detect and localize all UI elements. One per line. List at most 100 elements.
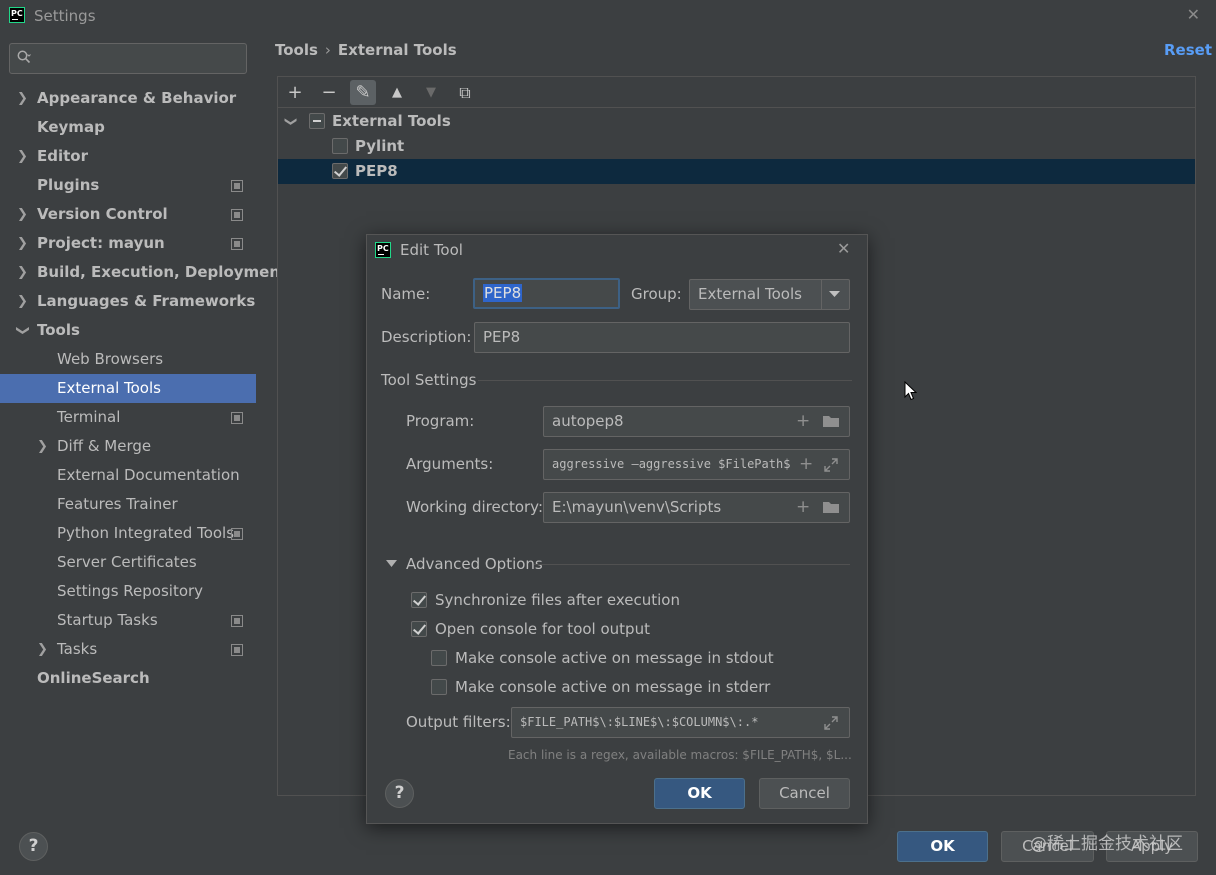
insert-macro-icon[interactable]: + xyxy=(796,407,810,436)
sidebar-item-editor[interactable]: ❯ Editor xyxy=(0,142,256,171)
dialog-ok-button[interactable]: OK xyxy=(654,778,745,809)
sidebar-item-label: Diff & Merge xyxy=(57,437,152,455)
settings-search-input[interactable] xyxy=(9,43,247,74)
pylint-checkbox[interactable] xyxy=(332,138,348,154)
arguments-field-value: aggressive —aggressive $FilePath$ xyxy=(552,457,791,471)
open-console-checkbox[interactable] xyxy=(411,621,427,637)
sidebar-item-external-tools[interactable]: External Tools xyxy=(0,374,256,403)
sidebar-item-label: Tasks xyxy=(57,640,98,658)
remove-tool-button[interactable]: − xyxy=(316,80,342,105)
program-field-value: autopep8 xyxy=(552,412,624,430)
insert-macro-icon[interactable]: + xyxy=(796,493,810,522)
move-up-button[interactable]: ▲ xyxy=(384,80,410,105)
output-filters-value: $FILE_PATH$\:$LINE$\:$COLUMN$\:.* xyxy=(520,715,759,729)
project-settings-icon xyxy=(231,528,243,540)
description-field[interactable]: PEP8 xyxy=(474,322,850,353)
tree-item-label: PEP8 xyxy=(355,162,398,180)
sidebar-item-web-browsers[interactable]: Web Browsers xyxy=(0,345,256,374)
sidebar-item-tools[interactable]: ❯ Tools xyxy=(0,316,256,345)
sidebar-item-label: External Documentation xyxy=(57,466,240,484)
tool-settings-heading: Tool Settings xyxy=(381,371,477,389)
open-console-label[interactable]: Open console for tool output xyxy=(435,620,650,638)
sidebar-item-startup-tasks[interactable]: Startup Tasks xyxy=(0,606,256,635)
sidebar-item-tasks[interactable]: ❯ Tasks xyxy=(0,635,256,664)
move-down-button[interactable]: ▼ xyxy=(418,80,444,105)
reset-link[interactable]: Reset xyxy=(1164,41,1212,59)
browse-folder-icon[interactable] xyxy=(822,500,840,514)
pep8-checkbox[interactable] xyxy=(332,163,348,179)
name-field[interactable]: PEP8 xyxy=(473,278,620,309)
output-filters-field[interactable]: $FILE_PATH$\:$LINE$\:$COLUMN$\:.* xyxy=(511,707,850,738)
copy-tool-button[interactable]: ⧉ xyxy=(452,80,478,105)
dialog-help-button[interactable]: ? xyxy=(385,779,414,808)
sidebar-item-python-integrated-tools[interactable]: Python Integrated Tools xyxy=(0,519,256,548)
group-select[interactable]: External Tools xyxy=(689,279,850,310)
mouse-cursor-icon xyxy=(904,381,917,401)
sync-files-checkbox[interactable] xyxy=(411,592,427,608)
sidebar-item-features-trainer[interactable]: Features Trainer xyxy=(0,490,256,519)
description-label: Description: xyxy=(381,328,472,346)
output-filters-label: Output filters: xyxy=(406,713,511,731)
sidebar-item-label: Terminal xyxy=(57,408,121,426)
chevron-right-icon: ❯ xyxy=(17,265,28,280)
sidebar-item-label: Features Trainer xyxy=(57,495,178,513)
advanced-options-toggle[interactable]: Advanced Options xyxy=(406,555,543,573)
breadcrumb-parent[interactable]: Tools xyxy=(275,41,318,59)
console-active-stdout-label[interactable]: Make console active on message in stdout xyxy=(455,649,774,667)
sidebar-item-label: Languages & Frameworks xyxy=(37,292,256,310)
sidebar-item-project[interactable]: ❯ Project: mayun xyxy=(0,229,256,258)
sidebar-item-external-documentation[interactable]: External Documentation xyxy=(0,461,256,490)
insert-macro-icon[interactable]: + xyxy=(796,450,817,479)
window-close-icon[interactable]: ✕ xyxy=(1187,5,1200,24)
dialog-cancel-button[interactable]: Cancel xyxy=(759,778,850,809)
tree-item-pylint[interactable]: Pylint xyxy=(278,134,1195,159)
pycharm-app-icon: PC xyxy=(375,242,391,258)
sidebar-item-settings-repository[interactable]: Settings Repository xyxy=(0,577,256,606)
sidebar-item-label: OnlineSearch xyxy=(37,669,150,687)
dropdown-arrow-icon xyxy=(829,291,840,297)
add-tool-button[interactable]: + xyxy=(282,80,308,105)
search-icon xyxy=(17,50,31,64)
tree-item-label: Pylint xyxy=(355,137,405,155)
group-select-value: External Tools xyxy=(698,285,802,303)
tree-item-pep8[interactable]: PEP8 xyxy=(278,159,1195,184)
help-button[interactable]: ? xyxy=(19,832,48,861)
tree-group-external-tools[interactable]: ❯ External Tools xyxy=(278,109,1195,134)
sidebar-item-version-control[interactable]: ❯ Version Control xyxy=(0,200,256,229)
chevron-right-icon: ❯ xyxy=(17,91,28,106)
ok-button[interactable]: OK xyxy=(897,831,988,862)
working-directory-field[interactable]: E:\mayun\venv\Scripts + xyxy=(543,492,850,523)
group-checkbox[interactable] xyxy=(309,113,325,129)
console-active-stderr-checkbox[interactable] xyxy=(431,679,447,695)
edit-tool-button[interactable]: ✎ xyxy=(350,80,376,105)
expand-icon[interactable] xyxy=(824,716,838,730)
sync-files-label[interactable]: Synchronize files after execution xyxy=(435,591,680,609)
sidebar-item-diff-merge[interactable]: ❯ Diff & Merge xyxy=(0,432,256,461)
sidebar-item-terminal[interactable]: Terminal xyxy=(0,403,256,432)
program-field[interactable]: autopep8 + xyxy=(543,406,850,437)
title-bar: PC Settings ✕ xyxy=(0,0,1216,32)
expand-icon[interactable] xyxy=(824,458,838,472)
section-divider xyxy=(478,380,852,381)
name-label: Name: xyxy=(381,285,431,303)
sidebar-item-keymap[interactable]: Keymap xyxy=(0,113,256,142)
sidebar-item-label: Tools xyxy=(37,321,80,339)
sidebar-item-languages-frameworks[interactable]: ❯ Languages & Frameworks xyxy=(0,287,256,316)
chevron-right-icon: ❯ xyxy=(17,149,28,164)
sidebar-item-server-certificates[interactable]: Server Certificates xyxy=(0,548,256,577)
chevron-down-icon[interactable]: ❯ xyxy=(279,116,304,126)
sidebar-item-plugins[interactable]: Plugins xyxy=(0,171,256,200)
arguments-label: Arguments: xyxy=(406,455,494,473)
group-label: Group: xyxy=(631,285,682,303)
sidebar-item-onlinesearch[interactable]: OnlineSearch xyxy=(0,664,256,693)
sidebar-item-build-execution-deployment[interactable]: ❯ Build, Execution, Deployment xyxy=(0,258,287,287)
sidebar-item-label: Keymap xyxy=(37,118,105,136)
arguments-field[interactable]: aggressive —aggressive $FilePath$ + xyxy=(543,449,850,480)
console-active-stderr-label[interactable]: Make console active on message in stderr xyxy=(455,678,770,696)
console-active-stdout-checkbox[interactable] xyxy=(431,650,447,666)
sidebar-item-appearance-behavior[interactable]: ❯ Appearance & Behavior xyxy=(0,84,256,113)
collapse-triangle-icon[interactable] xyxy=(386,560,397,568)
dialog-close-icon[interactable]: ✕ xyxy=(837,239,850,258)
project-settings-icon xyxy=(231,615,243,627)
browse-folder-icon[interactable] xyxy=(822,414,840,428)
